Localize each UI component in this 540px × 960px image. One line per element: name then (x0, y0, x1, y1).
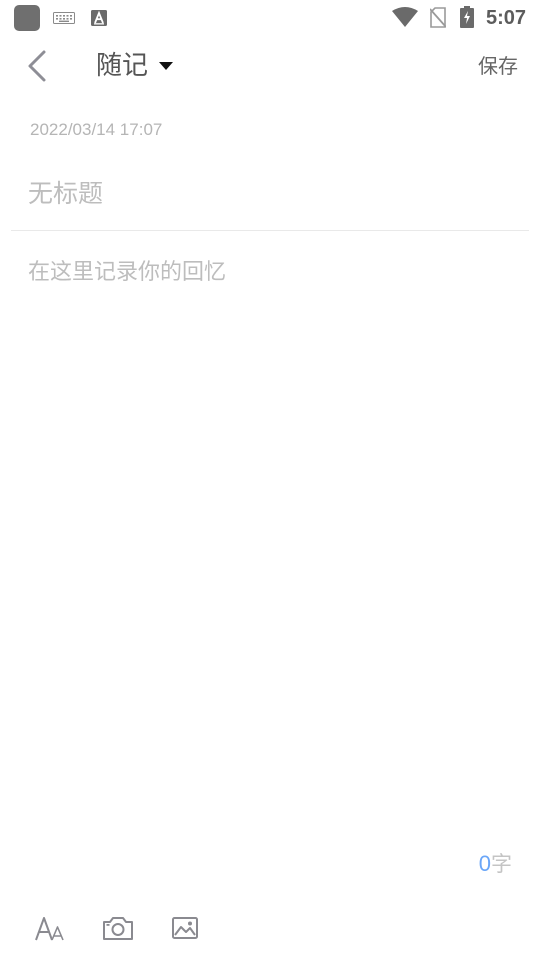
app-icon (14, 5, 40, 31)
image-icon[interactable] (168, 912, 202, 944)
editor-toolbar (0, 904, 540, 954)
save-button[interactable]: 保存 (478, 51, 518, 81)
app-bar: 随记 保存 (0, 36, 540, 96)
a-notification-icon (91, 10, 107, 26)
word-count: 0字 (479, 850, 512, 880)
notebook-selector[interactable]: 随记 (96, 48, 174, 84)
note-date: 2022/03/14 17:07 (30, 120, 163, 139)
battery-charging-icon (460, 6, 474, 28)
back-button[interactable] (22, 48, 54, 84)
status-bar: 5:07 (0, 0, 540, 36)
font-size-icon[interactable] (33, 912, 67, 944)
word-count-number: 0 (478, 851, 491, 876)
note-title-input[interactable] (28, 172, 512, 214)
chevron-left-icon (28, 50, 46, 82)
note-body-input[interactable] (28, 256, 512, 836)
no-sim-icon (430, 7, 446, 28)
camera-icon[interactable] (101, 912, 135, 944)
wifi-icon (392, 7, 418, 27)
caret-down-icon (159, 62, 174, 70)
title-divider (11, 230, 529, 231)
word-count-unit: 字 (491, 852, 512, 876)
page-title: 随记 (96, 51, 149, 81)
status-time: 5:07 (486, 7, 527, 29)
keyboard-icon (53, 12, 75, 24)
